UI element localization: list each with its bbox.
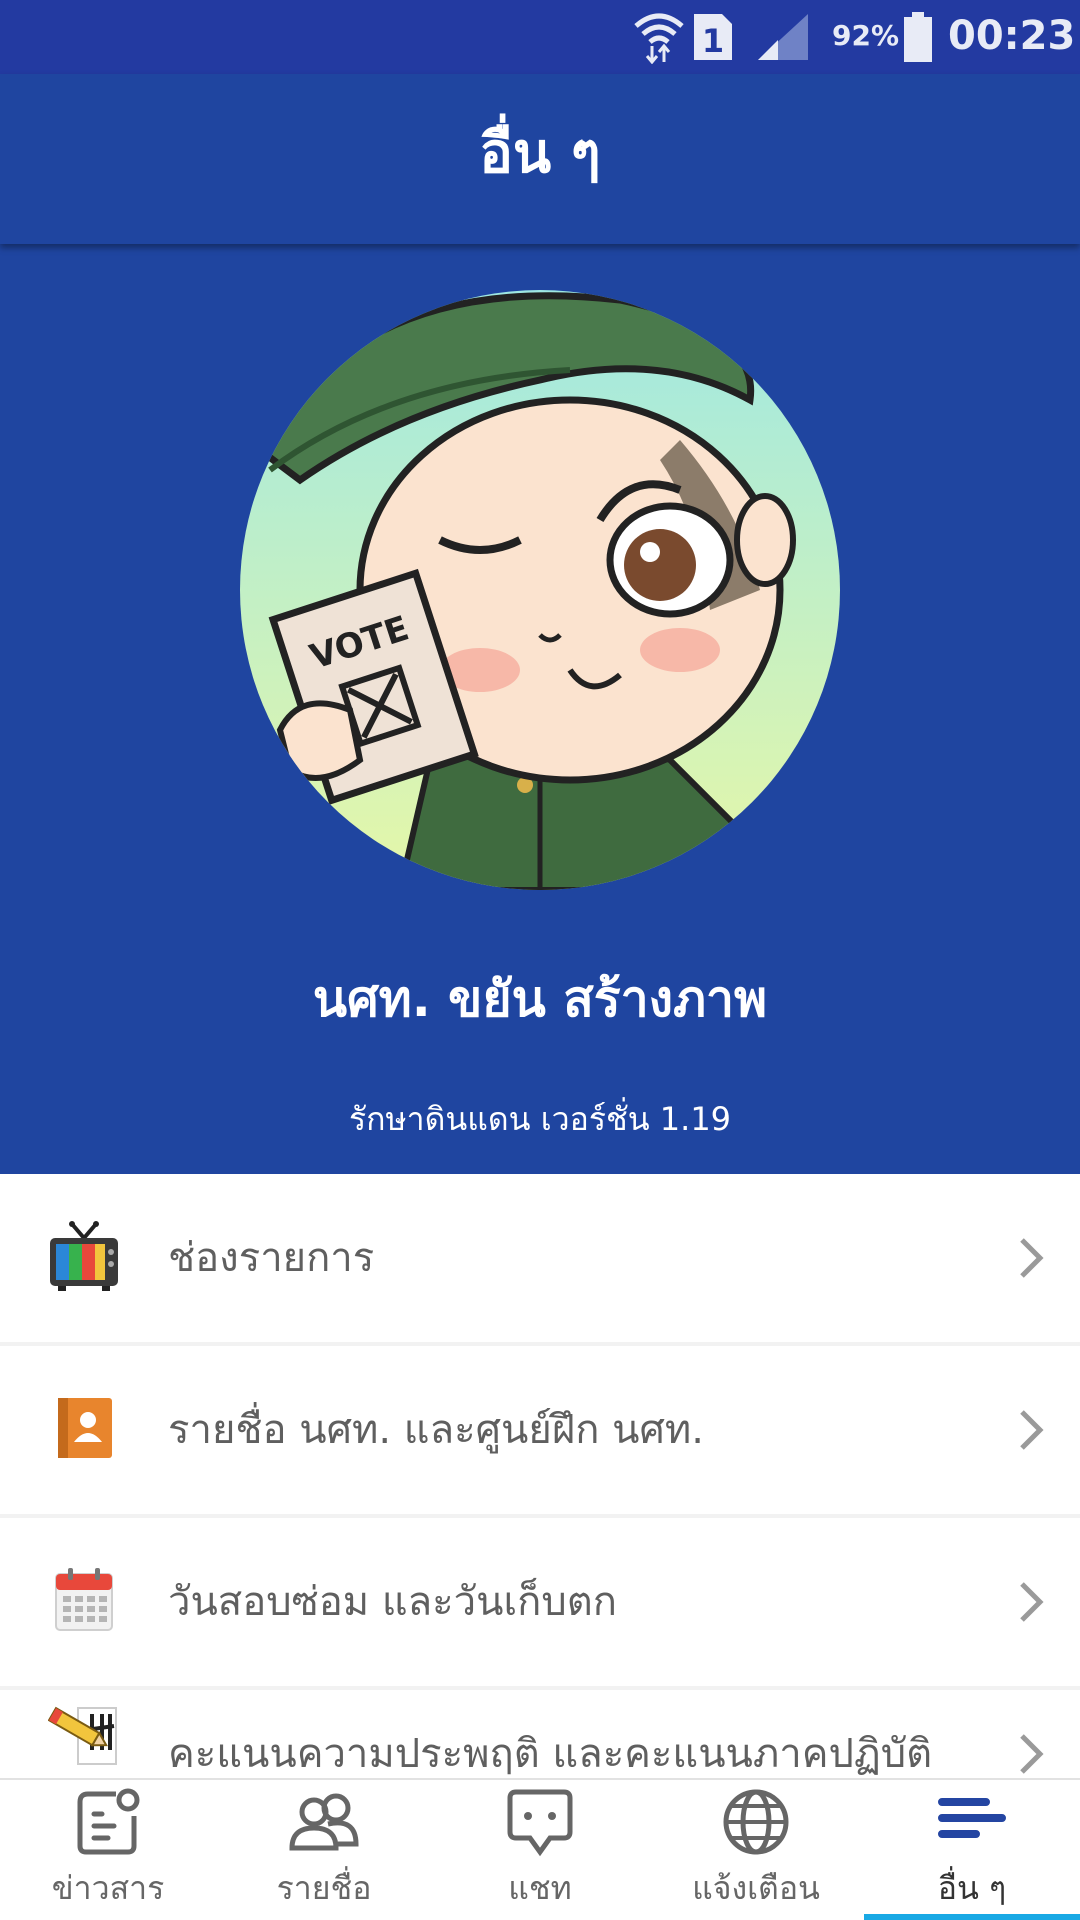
tv-icon bbox=[50, 1221, 118, 1291]
page-title: อื่น ๆ bbox=[479, 121, 601, 186]
nav-label: แชท bbox=[508, 1869, 572, 1907]
chevron-right-icon bbox=[1020, 1238, 1044, 1278]
menu-item-exam-dates[interactable]: วันสอบซ่อม และวันเก็บตก bbox=[0, 1518, 1080, 1686]
status-bar: 1 92% 00:23 bbox=[0, 0, 1080, 74]
active-tab-indicator bbox=[864, 1914, 1080, 1920]
profile-header: VOTE นศท. ขยัน สร้างภาพ รักษาดินแดน เวอร… bbox=[0, 244, 1080, 1174]
news-icon bbox=[77, 1788, 140, 1855]
menu-item-scores[interactable]: คะแนนความประพฤติ และคะแนนภาคปฏิบัติ bbox=[0, 1690, 1080, 1778]
sim-card-icon: 1 bbox=[694, 14, 732, 60]
profile-name: นศท. ขยัน สร้างภาพ bbox=[312, 970, 768, 1028]
pencil-score-icon bbox=[48, 1706, 117, 1765]
nav-label: ข่าวสาร bbox=[51, 1869, 165, 1907]
status-time: 00:23 bbox=[948, 13, 1076, 59]
nav-tab-notifications[interactable]: แจ้งเตือน bbox=[648, 1780, 864, 1920]
nav-tab-names[interactable]: รายชื่อ bbox=[216, 1780, 432, 1920]
signal-icon bbox=[758, 14, 808, 60]
globe-icon bbox=[723, 1789, 789, 1855]
avatar[interactable]: VOTE bbox=[240, 290, 840, 890]
menu-item-contacts[interactable]: รายชื่อ นศท. และศูนย์ฝึก นศท. bbox=[0, 1346, 1080, 1514]
app-version: รักษาดินแดน เวอร์ชั่น 1.19 bbox=[348, 1100, 732, 1138]
menu-list: ช่องรายการ รายชื่อ นศท. และศูนย์ฝึก นศท. bbox=[0, 1174, 1080, 1778]
contacts-book-icon bbox=[58, 1398, 112, 1458]
menu-item-label: คะแนนความประพฤติ และคะแนนภาคปฏิบัติ bbox=[168, 1731, 933, 1777]
battery-percent: 92% bbox=[832, 19, 900, 52]
menu-item-label: วันสอบซ่อม และวันเก็บตก bbox=[168, 1579, 617, 1625]
avatar-cadet-illustration: VOTE bbox=[240, 290, 840, 890]
chevron-right-icon bbox=[1020, 1410, 1044, 1450]
people-icon bbox=[289, 1793, 359, 1851]
nav-tab-news[interactable]: ข่าวสาร bbox=[0, 1780, 216, 1920]
battery-icon bbox=[904, 12, 932, 62]
nav-tab-chat[interactable]: แชท bbox=[432, 1780, 648, 1920]
nav-label: รายชื่อ bbox=[276, 1869, 372, 1907]
nav-label: อื่น ๆ bbox=[937, 1869, 1007, 1907]
menu-item-label: รายชื่อ นศท. และศูนย์ฝึก นศท. bbox=[168, 1407, 704, 1453]
menu-item-channels[interactable]: ช่องรายการ bbox=[0, 1174, 1080, 1342]
nav-tab-more[interactable]: อื่น ๆ bbox=[864, 1780, 1080, 1920]
app-bar: อื่น ๆ bbox=[0, 74, 1080, 244]
nav-label: แจ้งเตือน bbox=[692, 1869, 820, 1907]
bottom-nav: ข่าวสาร รายชื่อ แชท แจ้งเตือน อื่น ๆ bbox=[0, 1778, 1080, 1920]
chat-icon bbox=[507, 1789, 573, 1857]
calendar-icon bbox=[55, 1568, 113, 1631]
wifi-icon bbox=[634, 13, 684, 64]
menu-lines-icon bbox=[938, 1798, 1006, 1838]
menu-item-label: ช่องรายการ bbox=[168, 1235, 375, 1281]
chevron-right-icon bbox=[1020, 1582, 1044, 1622]
chevron-right-icon bbox=[1020, 1734, 1044, 1774]
sim-slot-number: 1 bbox=[702, 22, 724, 60]
